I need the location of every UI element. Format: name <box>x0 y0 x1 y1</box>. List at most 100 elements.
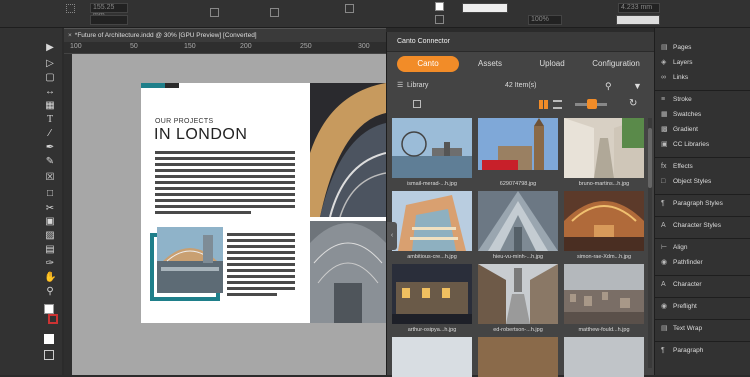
constrain-proportions-icon[interactable] <box>210 8 219 17</box>
refresh-icon[interactable]: ↻ <box>629 98 637 109</box>
library-label[interactable]: Library <box>407 79 428 93</box>
asset-tile[interactable] <box>392 337 472 377</box>
scroll-thumb[interactable] <box>648 128 652 188</box>
panel-item-align[interactable]: ⊢ Align <box>661 242 687 254</box>
fill-stroke-swatch-icon[interactable] <box>44 304 54 314</box>
asset-thumbnail <box>478 118 558 178</box>
panel-item-character-styles[interactable]: A Character Styles <box>661 220 721 232</box>
filter-icon[interactable]: ▼ <box>633 79 642 93</box>
asset-tile[interactable]: bruno-martins...h.jpg <box>564 118 644 187</box>
flip-icon[interactable] <box>270 8 279 17</box>
calendar-icon[interactable] <box>413 100 421 108</box>
asset-tile[interactable]: simon-rae-Xdm...h.jpg <box>564 191 644 260</box>
accent-bar <box>141 83 165 88</box>
panel-item-paragraph[interactable]: ¶ Paragraph <box>661 345 703 357</box>
text-wrap-icon: ▤ <box>661 325 668 332</box>
asset-caption: simon-rae-Xdm...h.jpg <box>576 254 632 260</box>
normal-view-icon[interactable] <box>44 334 54 344</box>
line-tool-icon[interactable]: ∕ <box>44 128 56 140</box>
selection-tool-icon[interactable]: ▶ <box>44 42 56 54</box>
pen-tool-icon[interactable]: ✒ <box>44 142 56 154</box>
ruler-tick-label: 200 <box>240 43 252 50</box>
gradient-tool-icon[interactable]: ▨ <box>44 230 56 242</box>
y-position-field[interactable] <box>90 15 128 25</box>
fill-swatch-icon[interactable] <box>435 2 444 11</box>
menu-icon[interactable]: ☰ <box>397 79 403 93</box>
reference-point-icon[interactable] <box>66 4 75 13</box>
frame-fitting-field[interactable] <box>616 15 660 25</box>
select-container-icon[interactable] <box>345 4 354 13</box>
asset-thumbnail <box>478 191 558 251</box>
panel-item-label: Character <box>673 281 702 288</box>
asset-thumbnail <box>564 264 644 324</box>
gap-tool-icon[interactable]: ↔ <box>44 86 56 98</box>
panel-item-object-styles[interactable]: □ Object Styles <box>661 176 711 188</box>
asset-tile[interactable] <box>478 337 558 377</box>
panel-item-paragraph-styles[interactable]: ¶ Paragraph Styles <box>661 198 723 210</box>
eyedropper-tool-icon[interactable]: ✑ <box>44 258 56 270</box>
slider-handle[interactable] <box>587 99 597 109</box>
tab-upload[interactable]: Upload <box>521 56 583 72</box>
tab-canto[interactable]: Canto <box>397 56 459 72</box>
stroke-swatch-icon[interactable] <box>435 15 444 24</box>
hand-tool-icon[interactable]: ✋ <box>44 272 56 284</box>
opacity-field[interactable]: 100% <box>528 15 562 25</box>
panel-item-pages[interactable]: ▤ Pages <box>661 42 691 54</box>
ruler-tick-label: 250 <box>300 43 312 50</box>
asset-thumbnail <box>392 118 472 178</box>
asset-scrollbar[interactable] <box>648 118 652 368</box>
note-tool-icon[interactable]: ▤ <box>44 244 56 256</box>
left-page[interactable]: OUR PROJECTS IN LONDON <box>141 83 310 323</box>
panel-collapse-handle[interactable]: ‹ <box>387 222 397 250</box>
direct-selection-tool-icon[interactable]: ▷ <box>44 58 56 70</box>
screen-mode-icon[interactable] <box>44 350 54 360</box>
rectangle-frame-tool-icon[interactable]: ☒ <box>44 172 56 184</box>
asset-tile[interactable]: hieu-vu-minh-...h.jpg <box>478 191 558 260</box>
content-collector-icon[interactable]: ▦ <box>44 100 56 112</box>
panel-item-pathfinder[interactable]: ◉ Pathfinder <box>661 257 703 269</box>
panel-item-swatches[interactable]: ▦ Swatches <box>661 109 701 121</box>
asset-tile[interactable] <box>564 337 644 377</box>
panel-item-cc-libraries[interactable]: ▣ CC Libraries <box>661 139 709 151</box>
asset-tile[interactable]: ismail-merad-...h.jpg <box>392 118 472 187</box>
tab-assets[interactable]: Assets <box>459 56 521 72</box>
free-transform-tool-icon[interactable]: ▣ <box>44 216 56 228</box>
panel-item-character[interactable]: A Character <box>661 279 702 291</box>
panel-item-preflight[interactable]: ◉ Preflight <box>661 301 697 313</box>
panel-item-gradient[interactable]: ▩ Gradient <box>661 124 698 136</box>
asset-tile[interactable]: arthur-osipya...h.jpg <box>392 264 472 333</box>
x-position-field[interactable]: 155.25 mm <box>90 3 128 19</box>
right-page[interactable] <box>310 83 386 323</box>
asset-tile[interactable]: ambitious-cre...h.jpg <box>392 191 472 260</box>
panel-item-layers[interactable]: ◈ Layers <box>661 57 693 69</box>
type-tool-icon[interactable]: T <box>44 114 56 126</box>
panel-item-effects[interactable]: fx Effects <box>661 161 693 173</box>
list-view-icon[interactable] <box>553 100 562 109</box>
rectangle-tool-icon[interactable]: □ <box>44 188 56 200</box>
building-photo[interactable] <box>157 227 223 293</box>
asset-caption: arthur-osipya...h.jpg <box>407 327 457 333</box>
search-icon[interactable]: ⚲ <box>605 79 612 93</box>
asset-tile[interactable]: 629074798.jpg <box>478 118 558 187</box>
width-field[interactable]: 4.233 mm <box>618 3 660 13</box>
stroke-swatch-icon[interactable] <box>48 314 58 324</box>
scissors-tool-icon[interactable]: ✂ <box>44 203 56 215</box>
paragraph-styles-icon: ¶ <box>661 200 665 207</box>
panel-title[interactable]: Canto Connector <box>387 32 655 52</box>
page-tool-icon[interactable]: ▢ <box>44 72 56 84</box>
pencil-tool-icon[interactable]: ✎ <box>44 156 56 168</box>
tab-configuration[interactable]: Configuration <box>583 56 649 72</box>
asset-tile[interactable]: ed-robertson-...h.jpg <box>478 264 558 333</box>
stroke-style-field[interactable] <box>462 3 508 13</box>
panel-item-text-wrap[interactable]: ▤ Text Wrap <box>661 323 702 335</box>
gradient-icon: ▩ <box>661 126 668 133</box>
document-tab[interactable]: × *Future of Architecture.indd @ 30% [GPU… <box>64 28 386 42</box>
panel-item-links[interactable]: ∞ Links <box>661 72 688 84</box>
zoom-tool-icon[interactable]: ⚲ <box>44 286 56 298</box>
asset-caption: ambitious-cre...h.jpg <box>407 254 457 260</box>
asset-tile[interactable]: matthew-fould...h.jpg <box>564 264 644 333</box>
close-icon[interactable]: × <box>68 32 72 39</box>
panel-item-stroke[interactable]: ≡ Stroke <box>661 94 692 106</box>
panel-item-label: Text Wrap <box>673 325 703 332</box>
grid-view-icon[interactable] <box>539 100 548 109</box>
